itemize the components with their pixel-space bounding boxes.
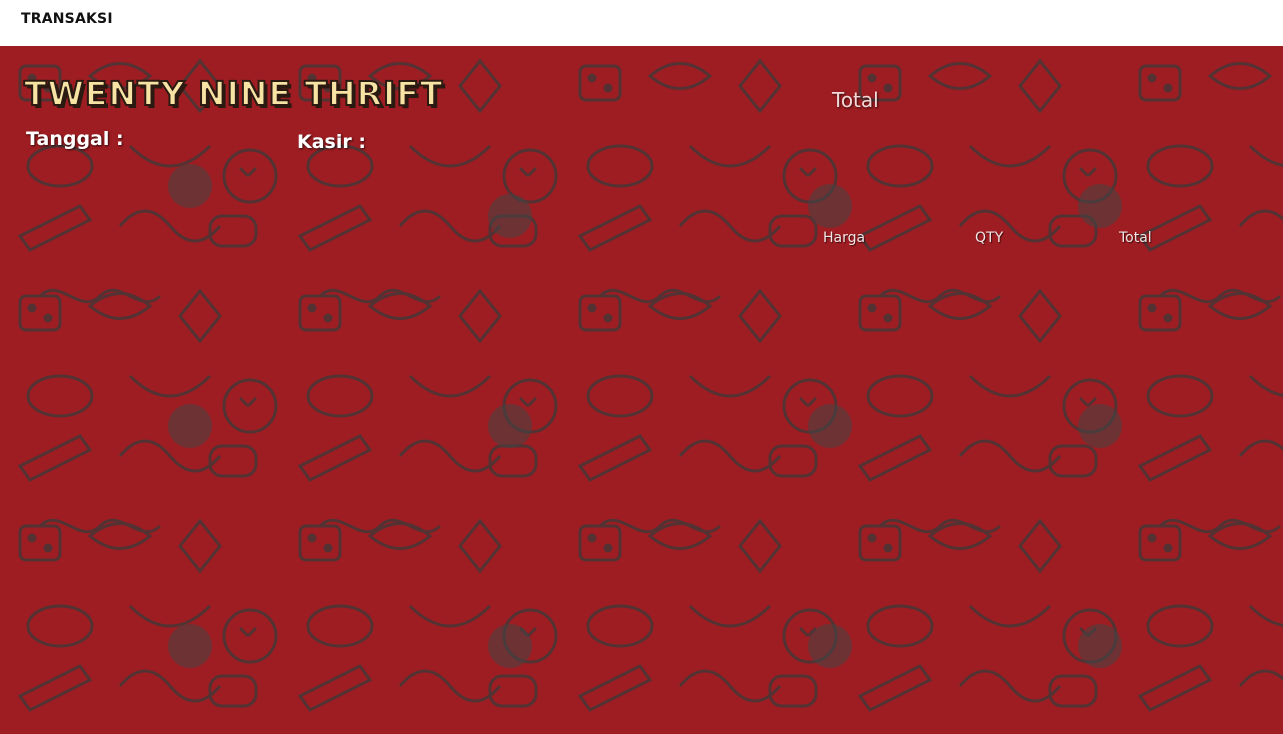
table-header-harga: Harga	[823, 230, 866, 246]
table-header-qty: QTY	[975, 230, 1004, 246]
store-name: TWENTY NINE THRIFT	[23, 73, 444, 114]
window-title: TRANSAKSI	[21, 11, 113, 27]
doodle-background	[17, 58, 1283, 734]
title-bar: TRANSAKSI	[0, 0, 1283, 46]
date-label: Tanggal :	[26, 128, 124, 150]
transaction-canvas: TWENTY NINE THRIFT Tanggal : Kasir : Tot…	[0, 46, 1283, 734]
table-header-total: Total	[1119, 230, 1152, 246]
total-label: Total	[832, 88, 879, 112]
cashier-label: Kasir :	[297, 131, 366, 153]
